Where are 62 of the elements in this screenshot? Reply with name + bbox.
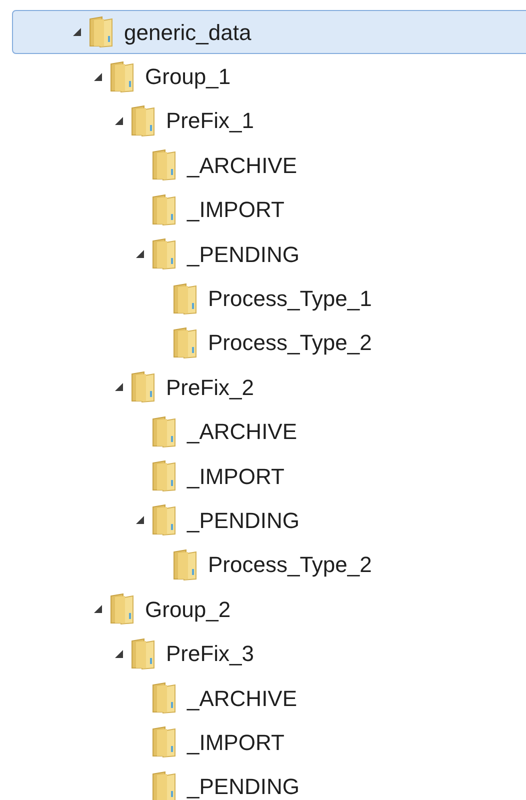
tree-item[interactable]: PreFix_3 bbox=[12, 631, 526, 676]
folder-icon bbox=[151, 726, 177, 758]
folder-name: Group_1 bbox=[145, 63, 231, 92]
tree-item[interactable]: _ARCHIVE bbox=[12, 410, 526, 454]
expanded-arrow-icon[interactable] bbox=[135, 515, 145, 526]
tree-item[interactable]: _PENDING bbox=[12, 232, 526, 276]
folder-icon bbox=[130, 638, 156, 670]
tree-item[interactable]: _ARCHIVE bbox=[12, 676, 526, 720]
folder-icon bbox=[172, 326, 198, 359]
tree-item[interactable]: _PENDING bbox=[12, 498, 526, 543]
tree-item[interactable]: _IMPORT bbox=[12, 720, 526, 765]
folder-name: _IMPORT bbox=[187, 728, 284, 757]
folder-icon bbox=[130, 104, 156, 137]
expanded-arrow-icon[interactable] bbox=[135, 249, 145, 260]
folder-name: Process_Type_2 bbox=[208, 551, 372, 580]
folder-icon bbox=[151, 238, 177, 270]
folder-icon bbox=[109, 593, 135, 626]
folder-icon bbox=[151, 460, 177, 492]
tree-item[interactable]: _ARCHIVE bbox=[12, 143, 526, 188]
folder-name: _PENDING bbox=[187, 240, 300, 269]
folder-name: generic_data bbox=[124, 18, 252, 47]
tree-item[interactable]: Process_Type_1 bbox=[12, 276, 526, 321]
expanded-arrow-icon[interactable] bbox=[114, 382, 124, 392]
tree-item[interactable]: Process_Type_2 bbox=[12, 542, 526, 588]
folder-icon bbox=[130, 371, 156, 404]
folder-name: _IMPORT bbox=[187, 196, 284, 224]
tree-item[interactable]: _IMPORT bbox=[12, 188, 526, 232]
folder-icon bbox=[151, 149, 177, 182]
folder-icon bbox=[151, 194, 177, 226]
folder-icon bbox=[109, 60, 135, 93]
folder-name: _ARCHIVE bbox=[187, 418, 298, 446]
folder-icon bbox=[172, 282, 198, 315]
folder-icon bbox=[151, 416, 177, 448]
folder-icon bbox=[88, 16, 114, 48]
tree-item[interactable]: PreFix_2 bbox=[12, 365, 526, 410]
folder-icon bbox=[151, 504, 177, 536]
expanded-arrow-icon[interactable] bbox=[114, 648, 124, 659]
tree-item[interactable]: PreFix_1 bbox=[12, 98, 526, 144]
tree-item[interactable]: Group_2 bbox=[12, 587, 526, 632]
expanded-arrow-icon[interactable] bbox=[114, 116, 124, 126]
tree-item[interactable]: Process_Type_2 bbox=[12, 320, 526, 366]
folder-name: _IMPORT bbox=[187, 462, 284, 491]
folder-name: PreFix_3 bbox=[166, 640, 254, 668]
folder-name: _PENDING bbox=[187, 773, 300, 800]
folder-icon bbox=[151, 682, 177, 714]
folder-name: PreFix_2 bbox=[166, 374, 254, 402]
folder-name: PreFix_1 bbox=[166, 107, 254, 136]
folder-name: _ARCHIVE bbox=[187, 684, 298, 713]
folder-name: _ARCHIVE bbox=[187, 152, 298, 180]
tree-item[interactable]: _IMPORT bbox=[12, 454, 526, 498]
tree-item[interactable]: Group_1 bbox=[12, 54, 526, 99]
folder-name: Process_Type_2 bbox=[208, 329, 372, 358]
folder-name: Group_2 bbox=[145, 596, 231, 624]
tree-item[interactable]: _PENDING bbox=[12, 764, 526, 800]
expanded-arrow-icon[interactable] bbox=[93, 604, 103, 614]
folder-icon bbox=[151, 770, 177, 800]
folder-name: Process_Type_1 bbox=[208, 285, 372, 314]
expanded-arrow-icon[interactable] bbox=[93, 72, 103, 82]
tree-item[interactable]: generic_data bbox=[12, 10, 526, 54]
folder-icon bbox=[172, 548, 198, 581]
folder-name: _PENDING bbox=[187, 506, 300, 535]
expanded-arrow-icon[interactable] bbox=[72, 27, 82, 38]
